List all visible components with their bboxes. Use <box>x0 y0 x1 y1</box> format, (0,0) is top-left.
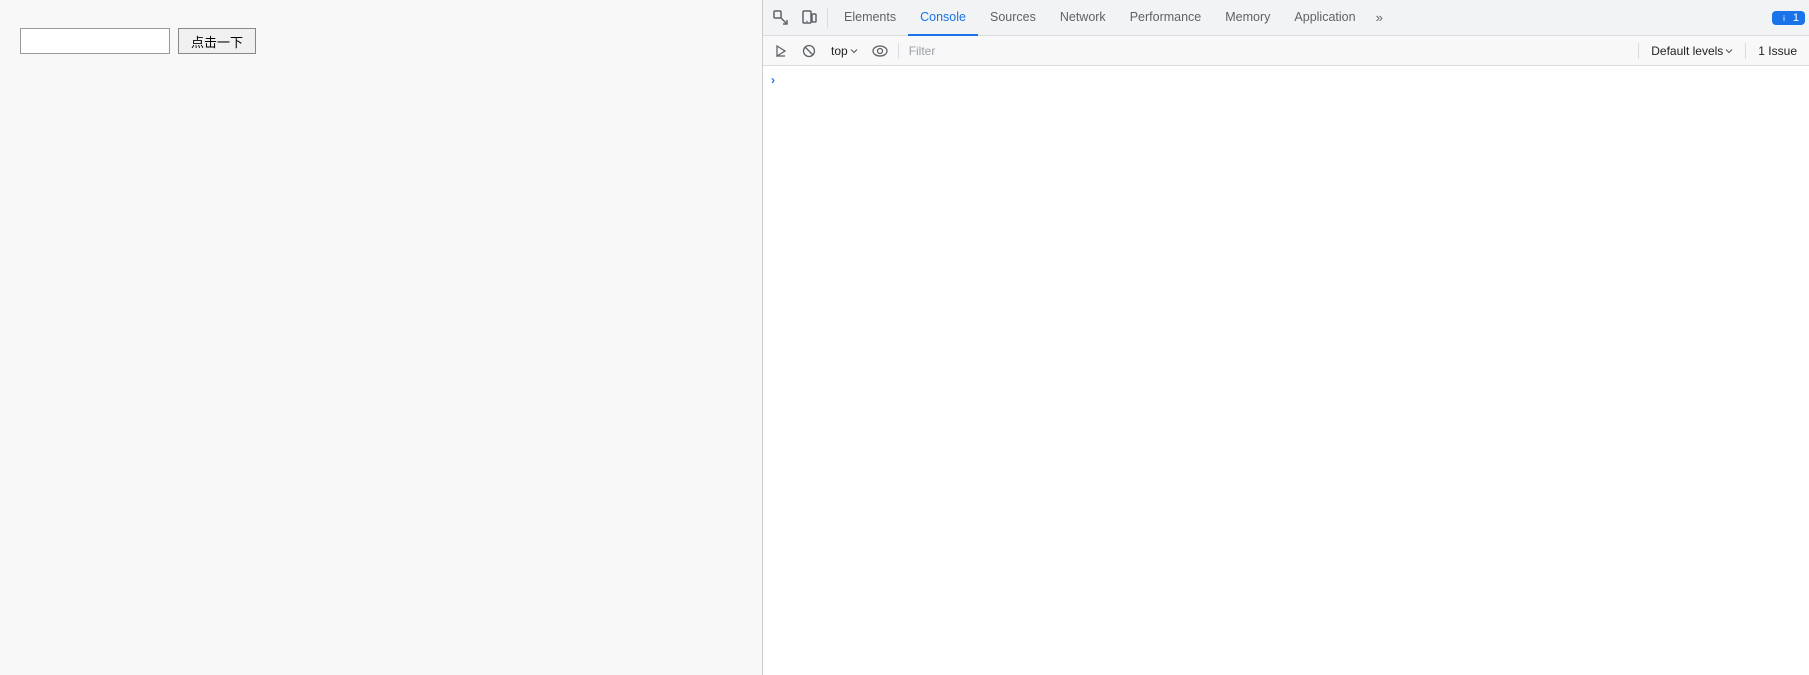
tab-elements[interactable]: Elements <box>832 0 908 36</box>
clear-console-icon[interactable] <box>797 39 821 63</box>
live-expressions-icon[interactable] <box>868 39 892 63</box>
tab-network[interactable]: Network <box>1048 0 1118 36</box>
more-tabs-button[interactable]: » <box>1368 0 1391 36</box>
filter-input[interactable] <box>905 40 1633 62</box>
tab-console[interactable]: Console <box>908 0 978 36</box>
tab-performance[interactable]: Performance <box>1118 0 1214 36</box>
toolbar-separator-1 <box>827 8 828 28</box>
console-chevron-icon[interactable]: › <box>771 73 775 87</box>
levels-arrow-icon <box>1725 47 1733 55</box>
devtools-panel: Elements Console Sources Network Perform… <box>763 0 1809 675</box>
dropdown-arrow-icon <box>850 47 858 55</box>
device-toolbar-icon[interactable] <box>795 4 823 32</box>
log-levels-dropdown[interactable]: Default levels <box>1645 40 1739 62</box>
click-button[interactable]: 点击一下 <box>178 28 256 54</box>
tab-sources[interactable]: Sources <box>978 0 1048 36</box>
tab-memory[interactable]: Memory <box>1213 0 1282 36</box>
inspect-element-icon[interactable] <box>767 4 795 32</box>
tab-application[interactable]: Application <box>1282 0 1367 36</box>
console-toolbar: top Default levels 1 Issue <box>763 36 1809 66</box>
devtools-tabs: Elements Console Sources Network Perform… <box>832 0 1768 36</box>
console-separator-1 <box>898 43 899 59</box>
console-separator-3 <box>1745 43 1746 59</box>
page-controls: 点击一下 <box>20 28 256 54</box>
svg-text:i: i <box>1783 14 1785 23</box>
console-prompt-line: › <box>763 70 1809 90</box>
issues-count-button[interactable]: 1 Issue <box>1752 40 1803 62</box>
console-body: › <box>763 66 1809 675</box>
devtools-tab-bar: Elements Console Sources Network Perform… <box>763 0 1809 36</box>
console-execute-context-icon[interactable] <box>769 39 793 63</box>
page-area: 点击一下 <box>0 0 763 675</box>
page-text-input[interactable] <box>20 28 170 54</box>
issues-badge[interactable]: i 1 <box>1772 11 1805 25</box>
issues-icon: i <box>1778 12 1790 24</box>
console-separator-2 <box>1638 43 1639 59</box>
context-dropdown[interactable]: top <box>825 40 864 62</box>
